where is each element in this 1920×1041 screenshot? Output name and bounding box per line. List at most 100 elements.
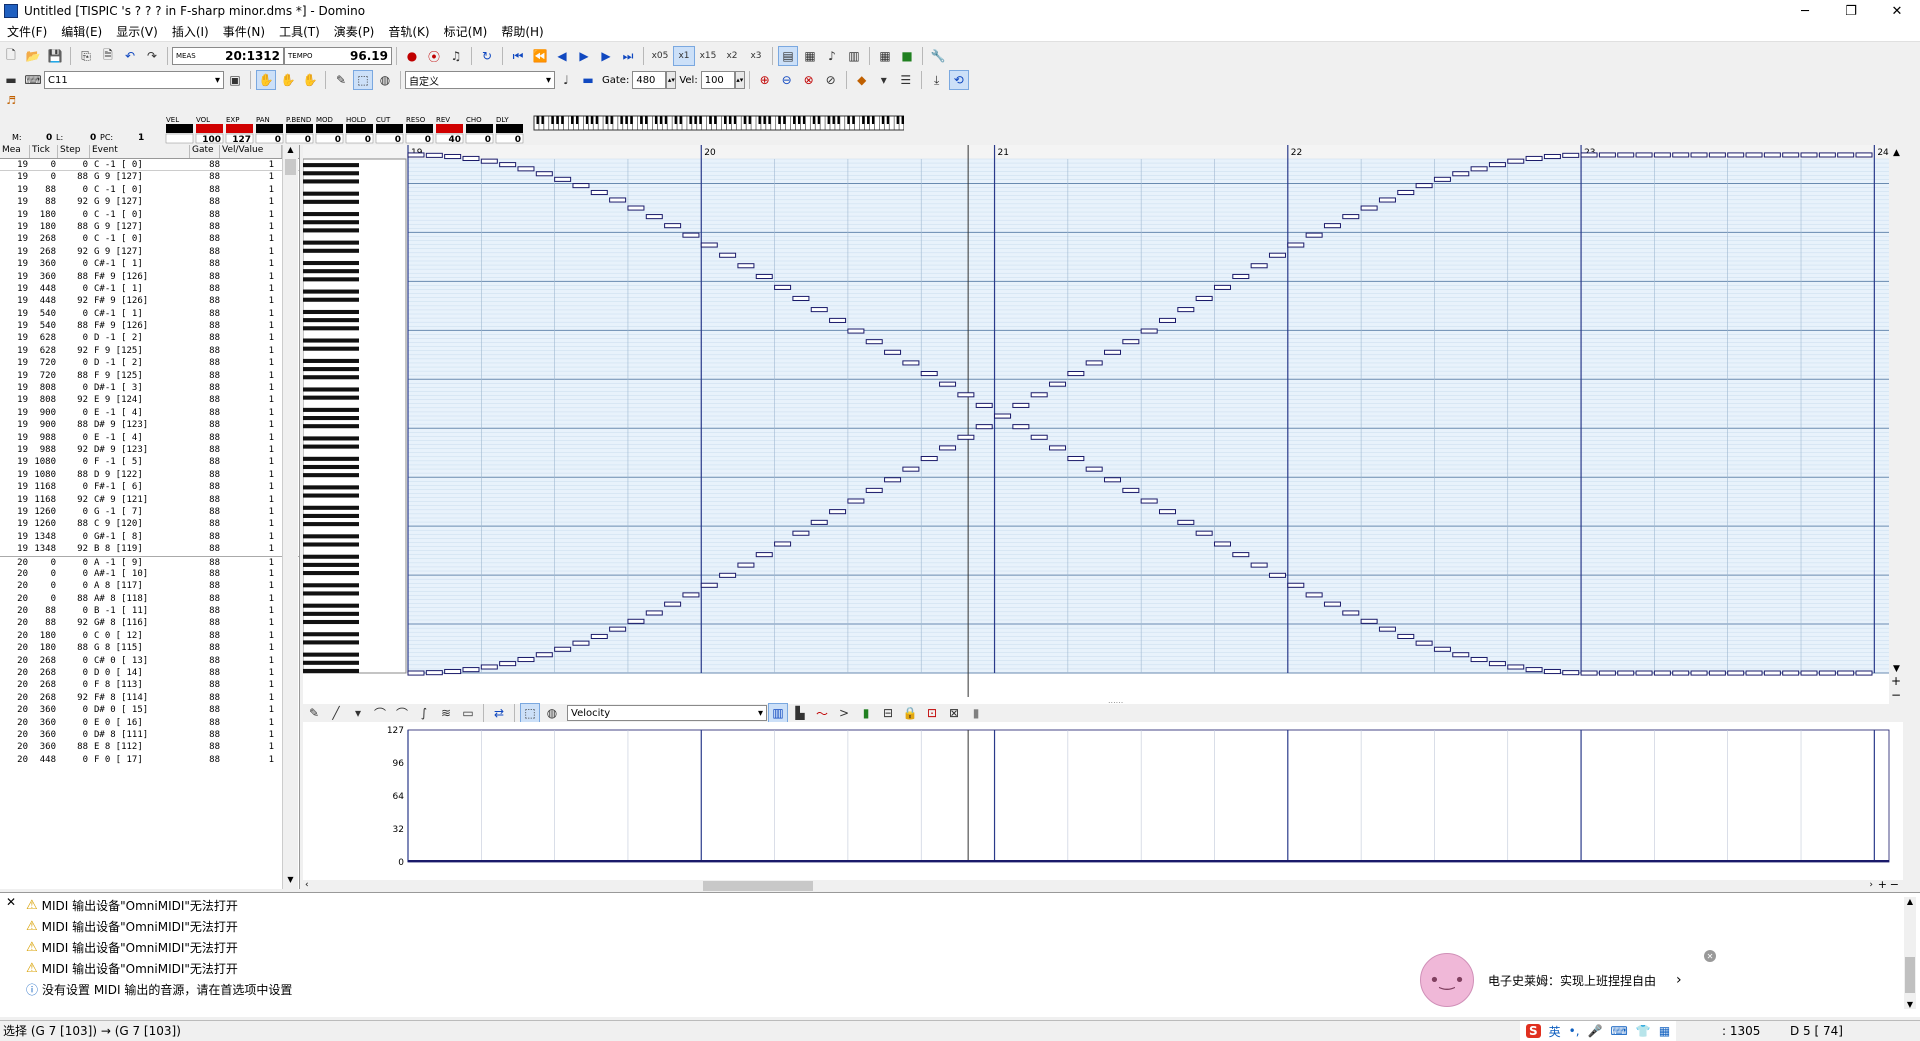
gate-spinner[interactable]: ▴▾ [666,71,677,89]
marker-icon[interactable]: ⊡ [922,703,942,723]
chevron-down-icon[interactable]: ▾ [874,70,894,90]
close-messages-icon[interactable]: ✕ [6,895,16,909]
event-row[interactable]: 19 448 0 C#-1 [ 1] 88 1 [0,283,299,295]
header-vel-value[interactable]: Vel/Value [220,145,282,158]
event-row[interactable]: 19 268 0 C -1 [ 0] 88 1 [0,233,299,245]
header-step[interactable]: Step [58,145,90,158]
download-icon[interactable]: ⤓ [927,70,947,90]
speed-x05[interactable]: x05 [649,46,671,66]
eraser-icon[interactable]: ◍ [375,70,395,90]
settings-wrench-icon[interactable]: 🔧 [928,46,948,66]
event-row[interactable]: 19 180 0 C -1 [ 0] 88 1 [0,209,299,221]
event-row[interactable]: 20 360 88 E 8 [112] 88 1 [0,741,299,753]
event-row[interactable]: 19 900 0 E -1 [ 4] 88 1 [0,407,299,419]
stack-icon[interactable]: ▙ [790,703,810,723]
event-row[interactable]: 19 720 88 F 9 [125] 88 1 [0,370,299,382]
menu-marker[interactable]: 标记(M) [437,23,495,40]
event-row[interactable]: 19 88 92 G 9 [127] 88 1 [0,196,299,208]
menu-help[interactable]: 帮助(H) [494,23,550,40]
track-select[interactable]: C11 ▾ [44,71,224,89]
event-row[interactable]: 19 988 0 E -1 [ 4] 88 1 [0,432,299,444]
track-props-icon[interactable]: ▣ [225,70,245,90]
staff-view-icon[interactable]: ♪ [822,46,842,66]
select-rect-icon[interactable]: ⬚ [353,70,373,90]
bus-icon[interactable]: ⊟ [878,703,898,723]
undo-icon[interactable]: ↶ [120,46,140,66]
gate-input[interactable]: 480 [632,71,667,89]
event-list-scrollbar[interactable]: ▲ ▼ [282,145,298,889]
header-tick[interactable]: Tick [30,145,58,158]
event-row[interactable]: 19 720 0 D -1 [ 2] 88 1 [0,357,299,369]
sync-icon[interactable]: ⟲ [948,70,969,90]
event-row[interactable]: 19 628 0 D -1 [ 2] 88 1 [0,332,299,344]
guitar-icon[interactable]: ♬ [1,90,21,110]
chevron-down-icon[interactable]: ▾ [348,703,368,723]
record-icon[interactable]: ● [402,46,422,66]
event-row[interactable]: 20 268 92 F# 8 [114] 88 1 [0,692,299,704]
export-icon[interactable]: ⎘ [76,46,96,66]
curve-icon[interactable]: ⌒ [370,703,390,723]
event-row[interactable]: 20 360 0 D# 0 [ 15] 88 1 [0,704,299,716]
event-row[interactable]: 19 448 92 F# 9 [126] 88 1 [0,295,299,307]
track-view-icon[interactable]: ▥ [844,46,864,66]
notification-close-icon[interactable]: ✕ [1704,950,1716,962]
scroll-up-icon[interactable]: ▲ [1904,897,1916,906]
notification-bubble[interactable]: •‿• 电子史莱姆：实现上班捏捏自由 › ✕ [1420,950,1720,1010]
scroll-thumb[interactable] [285,159,296,175]
event-row[interactable]: 19 1260 0 G -1 [ 7] 88 1 [0,506,299,518]
event-row[interactable]: 19 1348 0 G#-1 [ 8] 88 1 [0,531,299,543]
eraser-icon[interactable]: ◍ [542,703,562,723]
vel-spinner[interactable]: ▴▾ [734,71,745,89]
curve-2-icon[interactable]: ⌒ [392,703,412,723]
menu-track[interactable]: 音轨(K) [381,23,436,40]
hand-tool-2-icon[interactable]: ✋ [278,70,298,90]
pencil-icon[interactable]: ✎ [304,703,324,723]
zoom-out-h-icon[interactable]: − [1890,878,1899,891]
hand-tool-3-icon[interactable]: ✋ [300,70,320,90]
message-scrollbar[interactable]: ▲ ▼ [1904,897,1916,1009]
level-icon[interactable]: ▮ [856,703,876,723]
speed-x15[interactable]: x15 [697,46,719,66]
quantize-icon[interactable]: ◆ [852,70,872,90]
speed-x1[interactable]: x1 [673,46,695,66]
scroll-left-icon[interactable]: ‹ [305,880,309,890]
grid-icon[interactable]: ▦ [875,46,895,66]
note-length-icon[interactable]: ♩ [556,70,576,90]
event-row[interactable]: 20 0 0 A 8 [117] 88 1 [0,580,299,592]
event-row[interactable]: 19 1168 0 F#-1 [ 6] 88 1 [0,481,299,493]
redo-icon[interactable]: ↷ [142,46,162,66]
new-file-icon[interactable]: 🗋 [1,46,21,66]
apps-icon[interactable]: ▦ [1659,1024,1670,1038]
event-row[interactable]: 20 360 0 D# 8 [111] 88 1 [0,729,299,741]
event-row[interactable]: 19 808 92 E 9 [124] 88 1 [0,394,299,406]
pen-mode-select[interactable]: 自定义 ▾ [405,71,555,89]
record-loop-icon[interactable]: ⦿ [424,46,444,66]
event-row[interactable]: 19 540 0 C#-1 [ 1] 88 1 [0,308,299,320]
zoom-out-icon[interactable]: ⊖ [777,70,797,90]
step-back-icon[interactable]: ◀ [552,46,572,66]
event-row[interactable]: 20 268 0 D 0 [ 14] 88 1 [0,667,299,679]
ime-toolbar[interactable]: S 英 •, 🎤 ⌨ 👕 ▦ [1520,1021,1677,1041]
hand-tool-icon[interactable]: ✋ [256,70,276,90]
scroll-down-icon[interactable]: ▼ [1904,1000,1916,1009]
s-curve-icon[interactable]: ∫ [414,703,434,723]
header-event[interactable]: Event [90,145,190,158]
close-button[interactable]: ✕ [1874,0,1920,22]
event-row[interactable]: 19 360 88 F# 9 [126] 88 1 [0,271,299,283]
event-row[interactable]: 20 180 88 G 8 [115] 88 1 [0,642,299,654]
keyboard-icon[interactable]: ⌨ [1611,1024,1628,1038]
event-row[interactable]: 19 0 0 C -1 [ 0] 88 1 [0,159,299,172]
event-row[interactable]: 19 628 92 F 9 [125] 88 1 [0,345,299,357]
event-row[interactable]: 20 0 88 A# 8 [118] 88 1 [0,593,299,605]
header-gate[interactable]: Gate [190,145,220,158]
lock-icon[interactable]: 🔒 [900,703,920,723]
track-icon[interactable]: ▬ [1,70,21,90]
scroll-up-icon[interactable]: ▲ [283,145,298,159]
gray-block-icon[interactable]: ▮ [966,703,986,723]
select-rect-icon[interactable]: ⬚ [520,703,540,723]
punctuation-icon[interactable]: •, [1569,1024,1580,1038]
scroll-down-icon[interactable]: ▼ [283,875,298,889]
transfer-icon[interactable]: ⇄ [489,703,509,723]
step-forward-icon[interactable]: ▶ [596,46,616,66]
pencil-icon[interactable]: ✎ [331,70,351,90]
